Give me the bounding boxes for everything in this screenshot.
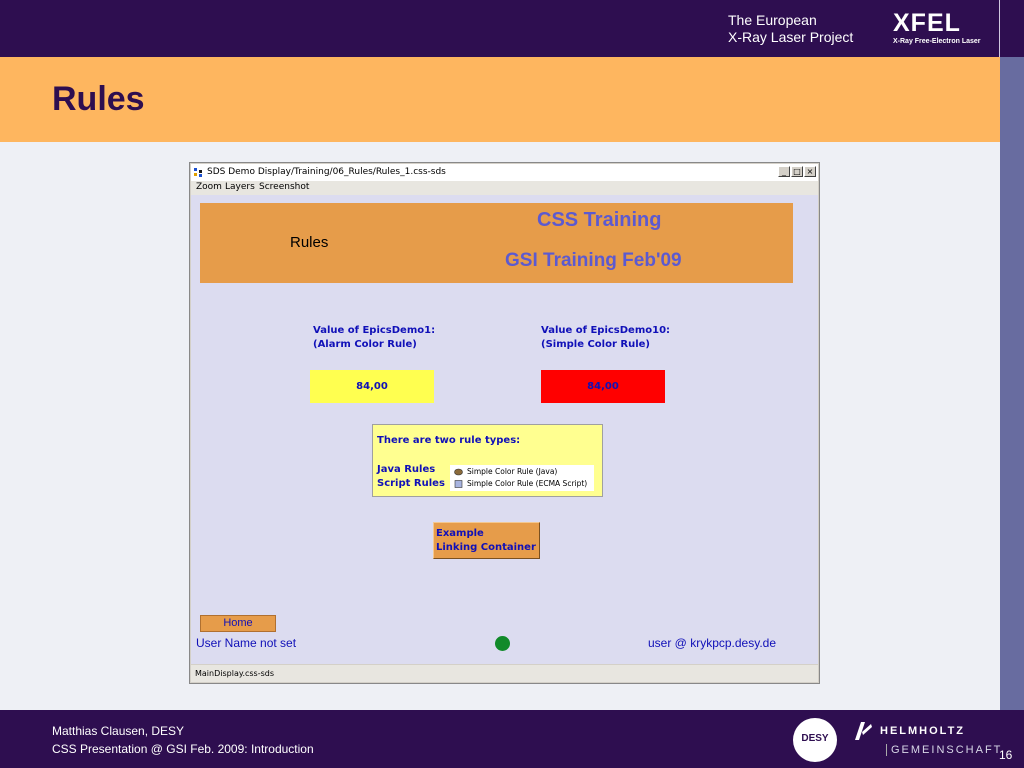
desy-logo-text: DESY — [801, 733, 829, 744]
helmholtz-icon — [855, 722, 872, 740]
window-title: SDS Demo Display/Training/06_Rules/Rules… — [207, 167, 446, 177]
window-title-bar[interactable]: SDS Demo Display/Training/06_Rules/Rules… — [191, 164, 818, 181]
project-line-1: The European — [728, 12, 817, 28]
home-button[interactable]: Home — [200, 615, 276, 632]
top-banner — [0, 0, 1024, 57]
project-name: The European X-Ray Laser Project — [728, 12, 853, 46]
project-line-2: X-Ray Laser Project — [728, 29, 854, 45]
panel-rules-label: Rules — [290, 234, 329, 251]
xfel-logo: XFEL X-Ray Free-Electron Laser — [893, 10, 983, 46]
script-rules-label: Script Rules — [377, 478, 445, 489]
example-label-line1: Example — [436, 528, 484, 539]
status-led — [495, 636, 510, 651]
rule-types-title: There are two rule types: — [377, 435, 521, 446]
demo10-label-line2: (Simple Color Rule) — [541, 339, 650, 350]
script-rule-icon — [454, 480, 463, 488]
menu-bar: Zoom Layers Screenshot — [191, 181, 818, 195]
menu-zoom[interactable]: Zoom — [196, 182, 222, 192]
example-linking-container-button[interactable]: Example Linking Container — [433, 522, 540, 559]
rule-list: Simple Color Rule (Java) Simple Color Ru… — [450, 465, 594, 491]
xfel-logo-subtext: X-Ray Free-Electron Laser — [893, 38, 981, 45]
close-button[interactable]: × — [804, 166, 816, 177]
xfel-logo-text: XFEL — [893, 9, 961, 37]
user-name: User Name not set — [196, 636, 297, 650]
panel-subtitle: GSI Training Feb'09 — [505, 250, 682, 271]
minimize-button[interactable]: _ — [778, 166, 790, 177]
demo10-value: 84,00 — [541, 370, 665, 403]
display-canvas: Rules CSS Training GSI Training Feb'09 V… — [191, 195, 818, 664]
demo1-value: 84,00 — [310, 370, 434, 403]
user-host: user @ krykpcp.desy.de — [648, 636, 777, 650]
footer-author: Matthias Clausen, DESY — [52, 724, 185, 738]
maximize-button[interactable]: □ — [791, 166, 803, 177]
panel-title: CSS Training — [537, 209, 662, 231]
status-bar: MainDisplay.css-sds — [191, 665, 818, 682]
java-rule-text: Simple Color Rule (Java) — [467, 467, 558, 476]
example-label-line2: Linking Container — [436, 542, 536, 553]
rule-list-item-java[interactable]: Simple Color Rule (Java) — [454, 466, 557, 478]
demo1-label-line2: (Alarm Color Rule) — [313, 339, 417, 350]
demo1-label: Value of EpicsDemo1: (Alarm Color Rule) — [313, 324, 435, 352]
slide-title: Rules — [52, 80, 145, 118]
script-rule-text: Simple Color Rule (ECMA Script) — [467, 479, 588, 488]
java-rule-icon — [454, 468, 463, 476]
helmholtz-line1: HELMHOLTZ — [880, 725, 966, 737]
demo10-label: Value of EpicsDemo10: (Simple Color Rule… — [541, 324, 670, 352]
menu-screenshot[interactable]: Screenshot — [259, 182, 309, 192]
rule-list-item-script[interactable]: Simple Color Rule (ECMA Script) — [454, 478, 587, 490]
status-text: MainDisplay.css-sds — [195, 669, 275, 678]
rule-types-panel: There are two rule types: Java Rules Scr… — [372, 424, 603, 497]
demo10-label-line1: Value of EpicsDemo10: — [541, 325, 671, 336]
java-rules-label: Java Rules — [377, 464, 436, 475]
right-strip — [1000, 57, 1024, 710]
menu-layers[interactable]: Layers — [225, 182, 255, 192]
header-panel: Rules CSS Training GSI Training Feb'09 — [200, 203, 793, 283]
demo1-label-line1: Value of EpicsDemo1: — [313, 325, 436, 336]
app-icon — [194, 168, 203, 177]
title-band — [0, 57, 1000, 142]
app-window: SDS Demo Display/Training/06_Rules/Rules… — [189, 162, 820, 684]
helmholtz-line2: GEMEINSCHAFT — [886, 744, 1002, 756]
footer-talk: CSS Presentation @ GSI Feb. 2009: Introd… — [52, 742, 314, 756]
desy-logo: DESY — [793, 718, 837, 762]
page-number: 16 — [999, 748, 1013, 762]
